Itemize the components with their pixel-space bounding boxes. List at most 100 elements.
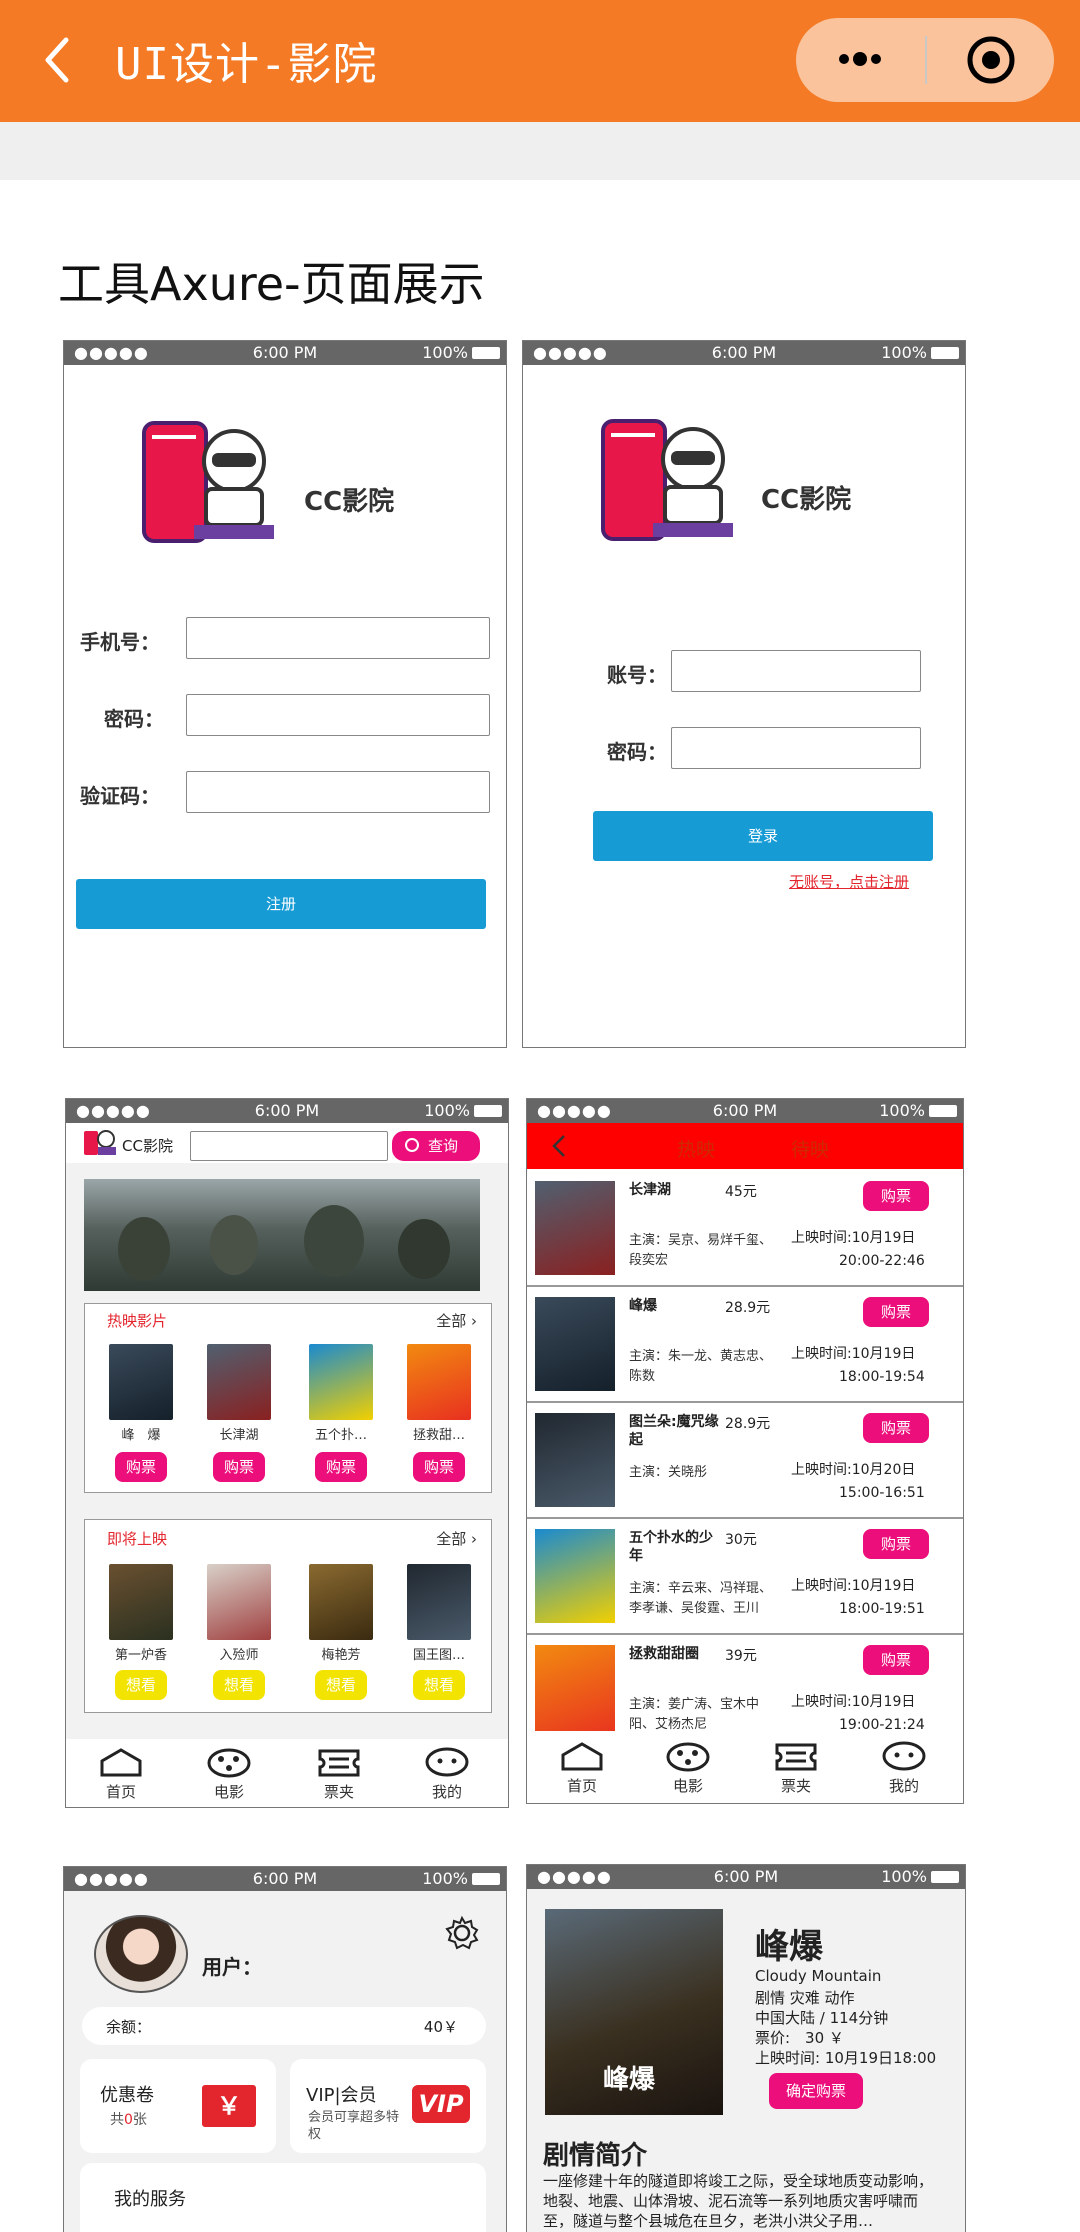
- code-input[interactable]: [186, 771, 490, 813]
- tab-tickets[interactable]: 票夹: [304, 1747, 374, 1802]
- movie-actors: 主演：朱一龙、黄志忠、陈数: [629, 1349, 773, 1384]
- synopsis-text: 一座修建十年的隧道即将竣工之际，受全球地质变动影响，地裂、地震、山体滑坡、泥石流…: [543, 2172, 934, 2230]
- page-title: UI设计-影院: [115, 39, 378, 90]
- movie-poster[interactable]: [207, 1564, 271, 1640]
- detail-en-title: Cloudy Mountain: [755, 1967, 882, 1985]
- movie-poster[interactable]: [309, 1564, 373, 1640]
- register-button[interactable]: 注册: [76, 879, 486, 929]
- password-input[interactable]: [671, 727, 921, 769]
- tab-home[interactable]: 首页: [547, 1741, 617, 1796]
- tab-hot[interactable]: 热映: [677, 1135, 715, 1162]
- movie-name: 峰爆: [629, 1298, 657, 1314]
- detail-genre: 剧情 灾难 动作: [755, 1989, 855, 2007]
- back-icon[interactable]: [38, 34, 78, 86]
- buy-button[interactable]: 购票: [863, 1297, 929, 1327]
- movie-poster: [535, 1297, 615, 1391]
- register-screen: ●●●●● 6:00 PM 100% CC影院 手机号： 密码： 验证码： 注册: [63, 340, 507, 1048]
- tab-upcoming[interactable]: 待映: [791, 1135, 829, 1162]
- tab-movie[interactable]: 电影: [194, 1747, 264, 1802]
- brand-name: CC影院: [304, 487, 395, 517]
- movie-poster[interactable]: [109, 1564, 173, 1640]
- movie-poster[interactable]: [407, 1344, 471, 1420]
- coupon-count-suffix: 张: [132, 2112, 147, 2128]
- search-input[interactable]: [190, 1131, 388, 1161]
- tab-bar: 首页 电影 票夹 我的: [527, 1735, 963, 1803]
- tab-tickets[interactable]: 票夹: [761, 1741, 831, 1796]
- movie-name: 图兰朵:魔咒缘起: [629, 1414, 719, 1448]
- movie-name: 梅艳芳: [321, 1648, 361, 1663]
- status-bar: ●●●●● 6:00 PM 100%: [66, 1099, 508, 1123]
- movie-poster[interactable]: [109, 1344, 173, 1420]
- confirm-buy-button[interactable]: 确定购票: [769, 2073, 863, 2109]
- film-reel-icon: [207, 1748, 251, 1778]
- tab-home[interactable]: 首页: [86, 1747, 156, 1802]
- hot-title: 热映影片: [107, 1312, 168, 1330]
- account-input[interactable]: [671, 650, 921, 692]
- buy-button[interactable]: 购票: [863, 1645, 929, 1675]
- banner-image[interactable]: [84, 1179, 480, 1291]
- avatar[interactable]: [94, 1915, 188, 1993]
- list-item[interactable]: 五个扑水的少年 30元 主演：辛云来、冯祥琨、李孝谦、吴俊霆、王川 上映时间:1…: [527, 1519, 963, 1635]
- more-dots-icon[interactable]: [830, 44, 890, 74]
- buy-button[interactable]: 购票: [863, 1181, 929, 1211]
- list-item[interactable]: 峰爆 28.9元 主演：朱一龙、黄志忠、陈数 上映时间:10月19日 18:00…: [527, 1287, 963, 1403]
- password-input[interactable]: [186, 694, 490, 736]
- battery-icon: [472, 1873, 500, 1885]
- movie-date: 上映时间:10月19日: [791, 1694, 916, 1710]
- tab-label: 票夹: [780, 1777, 811, 1795]
- tab-label: 首页: [566, 1777, 597, 1795]
- login-button[interactable]: 登录: [593, 811, 933, 861]
- movie-showtime: 18:00-19:54: [839, 1369, 925, 1385]
- movie-name: 入殓师: [219, 1648, 259, 1663]
- phone-label: 手机号：: [80, 630, 160, 654]
- tab-movie[interactable]: 电影: [653, 1741, 723, 1796]
- target-close-icon[interactable]: [965, 34, 1017, 86]
- movie-name: 拯救甜甜圈: [629, 1646, 699, 1662]
- movie-list: 长津湖 45元 主演：吴京、易烊千玺、段奕宏 上映时间:10月19日 20:00…: [527, 1171, 963, 1731]
- want-button[interactable]: 想看: [115, 1670, 167, 1700]
- buy-button[interactable]: 购票: [863, 1413, 929, 1443]
- robot-logo: [142, 421, 274, 543]
- movie-poster[interactable]: [309, 1344, 373, 1420]
- upcoming-more-link[interactable]: 全部 ›: [436, 1528, 477, 1549]
- gear-icon[interactable]: [444, 1915, 480, 1951]
- search-button[interactable]: 查询: [392, 1131, 480, 1161]
- detail-release: 上映时间: 10月19日18:00: [755, 2049, 937, 2067]
- battery-text: 100%: [881, 1867, 927, 1886]
- battery-text: 100%: [422, 343, 468, 362]
- hot-more-link[interactable]: 全部 ›: [436, 1310, 477, 1331]
- movie-poster[interactable]: [207, 1344, 271, 1420]
- tab-mine[interactable]: 我的: [869, 1741, 939, 1796]
- battery-icon: [931, 347, 959, 359]
- tab-mine[interactable]: 我的: [412, 1747, 482, 1802]
- phone-input[interactable]: [186, 617, 490, 659]
- buy-button[interactable]: 购票: [413, 1452, 465, 1482]
- buy-button[interactable]: 购票: [863, 1529, 929, 1559]
- list-item[interactable]: 长津湖 45元 主演：吴京、易烊千玺、段奕宏 上映时间:10月19日 20:00…: [527, 1171, 963, 1287]
- back-icon[interactable]: [549, 1133, 569, 1159]
- movie-actors: 主演：姜广涛、宝木中阳、艾杨杰尼: [629, 1697, 760, 1731]
- list-item[interactable]: 拯救甜甜圈 39元 主演：姜广涛、宝木中阳、艾杨杰尼 上映时间:10月19日 1…: [527, 1635, 963, 1731]
- home-icon: [561, 1742, 603, 1771]
- buy-button[interactable]: 购票: [213, 1452, 265, 1482]
- movie-poster[interactable]: [407, 1564, 471, 1640]
- coupon-icon: ￥: [202, 2085, 256, 2127]
- want-button[interactable]: 想看: [413, 1670, 465, 1700]
- movie-price: 28.9元: [725, 1300, 771, 1316]
- buy-button[interactable]: 购票: [315, 1452, 367, 1482]
- movie-name: 长津湖: [219, 1428, 259, 1443]
- code-label: 验证码：: [80, 784, 160, 808]
- vip-card[interactable]: VIP|会员 会员可享超多特权 VIP: [290, 2059, 486, 2153]
- coupon-card[interactable]: 优惠卷 共0张 ￥: [80, 2059, 276, 2153]
- want-button[interactable]: 想看: [213, 1670, 265, 1700]
- coupon-count-prefix: 共: [110, 2112, 124, 2128]
- buy-button[interactable]: 购票: [115, 1452, 167, 1482]
- upcoming-section: 即将上映 全部 › 第一炉香 入殓师 梅艳芳 国王图… 想看 想看 想看 想看: [84, 1519, 492, 1713]
- register-link[interactable]: 无账号，点击注册: [789, 871, 909, 892]
- list-top-bar: [527, 1123, 963, 1169]
- coupon-title: 优惠卷: [100, 2085, 154, 2106]
- robot-logo: [601, 419, 733, 541]
- want-button[interactable]: 想看: [315, 1670, 367, 1700]
- vip-subtitle: 会员可享超多特权: [308, 2110, 400, 2142]
- list-item[interactable]: 图兰朵:魔咒缘起 28.9元 主演：关晓彤 上映时间:10月20日 15:00-…: [527, 1403, 963, 1519]
